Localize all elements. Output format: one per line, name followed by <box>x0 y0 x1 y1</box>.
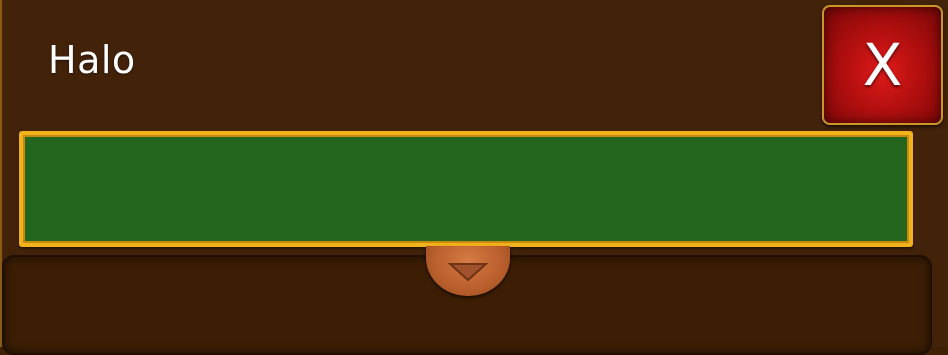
dialog-title: Halo <box>48 38 136 82</box>
chevron-down-icon <box>448 263 488 282</box>
dialog-panel: Halo X <box>0 0 948 355</box>
close-icon: X <box>862 31 903 99</box>
close-button[interactable]: X <box>822 5 943 125</box>
name-input[interactable] <box>19 131 913 247</box>
